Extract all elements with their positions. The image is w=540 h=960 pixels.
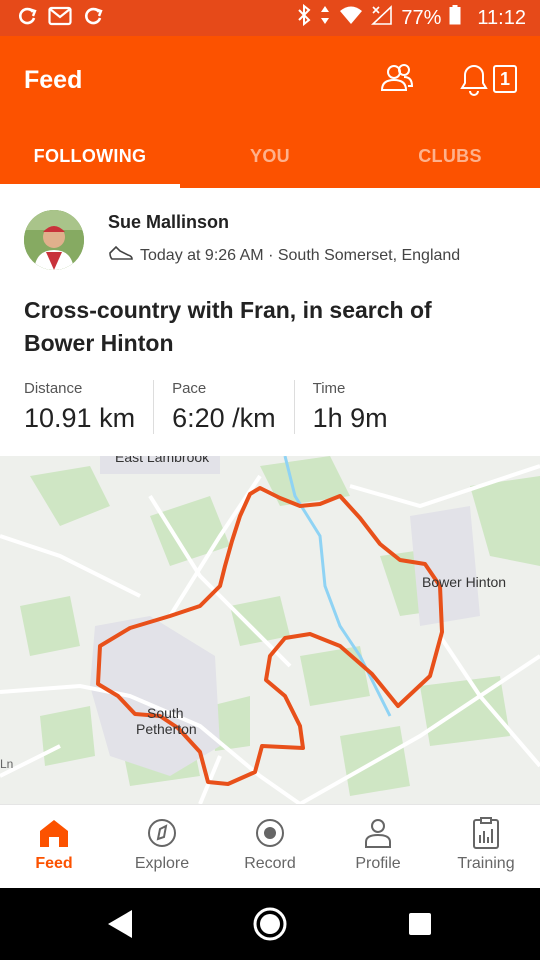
nav-record[interactable]: Record (216, 805, 324, 889)
avatar[interactable] (24, 210, 84, 270)
tab-you[interactable]: YOU (180, 136, 360, 188)
map-label-edge: Ln (0, 757, 13, 771)
find-friends-button[interactable] (380, 62, 414, 99)
activity-meta-text: Today at 9:26 AM · South Somerset, Engla… (140, 246, 461, 264)
refresh-icon (82, 5, 104, 32)
stat-pace: Pace 6:20 /km (172, 380, 295, 434)
home-icon (40, 820, 68, 847)
stat-label: Distance (24, 380, 83, 397)
map-canvas: East Lambrook Bower Hinton South Pethert… (0, 456, 540, 804)
gmail-icon (48, 6, 72, 31)
nav-label: Training (457, 855, 515, 872)
nav-label: Record (244, 855, 296, 872)
refresh-icon (16, 5, 38, 31)
athlete-name[interactable]: Sue Mallinson (108, 212, 229, 233)
recents-icon[interactable] (408, 912, 432, 936)
map-label-east-lambrook: East Lambrook (115, 456, 210, 465)
battery-percent: 77% (401, 6, 442, 29)
back-icon[interactable] (106, 908, 134, 940)
app-bar: Feed 1 FOLLOWING YOU CLUBS (0, 36, 540, 188)
people-icon (380, 64, 414, 91)
nav-profile[interactable]: Profile (324, 805, 432, 889)
data-arrows-icon (319, 4, 331, 32)
person-icon (365, 819, 391, 848)
clipboard-chart-icon (473, 817, 499, 849)
record-icon (256, 819, 284, 847)
stat-label: Time (312, 380, 346, 397)
notification-count: 1 (500, 69, 511, 89)
bluetooth-icon (297, 3, 311, 32)
feed-tabs: FOLLOWING YOU CLUBS (0, 136, 540, 188)
nav-feed[interactable]: Feed (0, 805, 108, 889)
activity-meta: Today at 9:26 AM · South Somerset, Engla… (108, 243, 460, 268)
stat-value: 6:20 /km (172, 403, 276, 433)
nav-label: Feed (35, 855, 73, 872)
map-label-south: South (147, 705, 184, 721)
stat-label: Pace (172, 380, 207, 397)
tab-clubs[interactable]: CLUBS (360, 136, 540, 188)
stat-value: 1h 9m (312, 403, 388, 433)
system-nav-bar (0, 888, 540, 960)
clock: 11:12 (477, 6, 526, 29)
map-label-petherton: Petherton (136, 721, 197, 737)
signal-icon (371, 5, 393, 31)
stat-time: Time 1h 9m (313, 380, 406, 434)
stat-distance: Distance 10.91 km (24, 380, 155, 434)
home-button-icon[interactable] (252, 906, 288, 942)
nav-explore[interactable]: Explore (108, 805, 216, 889)
bell-icon (460, 65, 517, 96)
tab-following[interactable]: FOLLOWING (0, 136, 180, 188)
activity-title[interactable]: Cross-country with Fran, in search of Bo… (24, 294, 504, 360)
stat-value: 10.91 km (24, 403, 136, 433)
nav-label: Profile (355, 855, 401, 872)
bottom-nav: Feed Explore Record Profile Training (0, 804, 540, 889)
map-label-bower-hinton: Bower Hinton (422, 574, 506, 590)
wifi-icon (339, 5, 363, 31)
battery-icon (449, 5, 461, 31)
shoe-icon (108, 243, 134, 268)
nav-label: Explore (134, 855, 190, 872)
compass-icon (148, 819, 176, 847)
nav-training[interactable]: Training (432, 805, 540, 889)
route-map[interactable]: East Lambrook Bower Hinton South Pethert… (0, 456, 540, 804)
notifications-button[interactable]: 1 (458, 62, 520, 101)
page-title: Feed (24, 66, 83, 94)
activity-stats: Distance 10.91 km Pace 6:20 /km Time 1h … (24, 380, 424, 434)
status-bar: 77% 11:12 (0, 0, 540, 36)
